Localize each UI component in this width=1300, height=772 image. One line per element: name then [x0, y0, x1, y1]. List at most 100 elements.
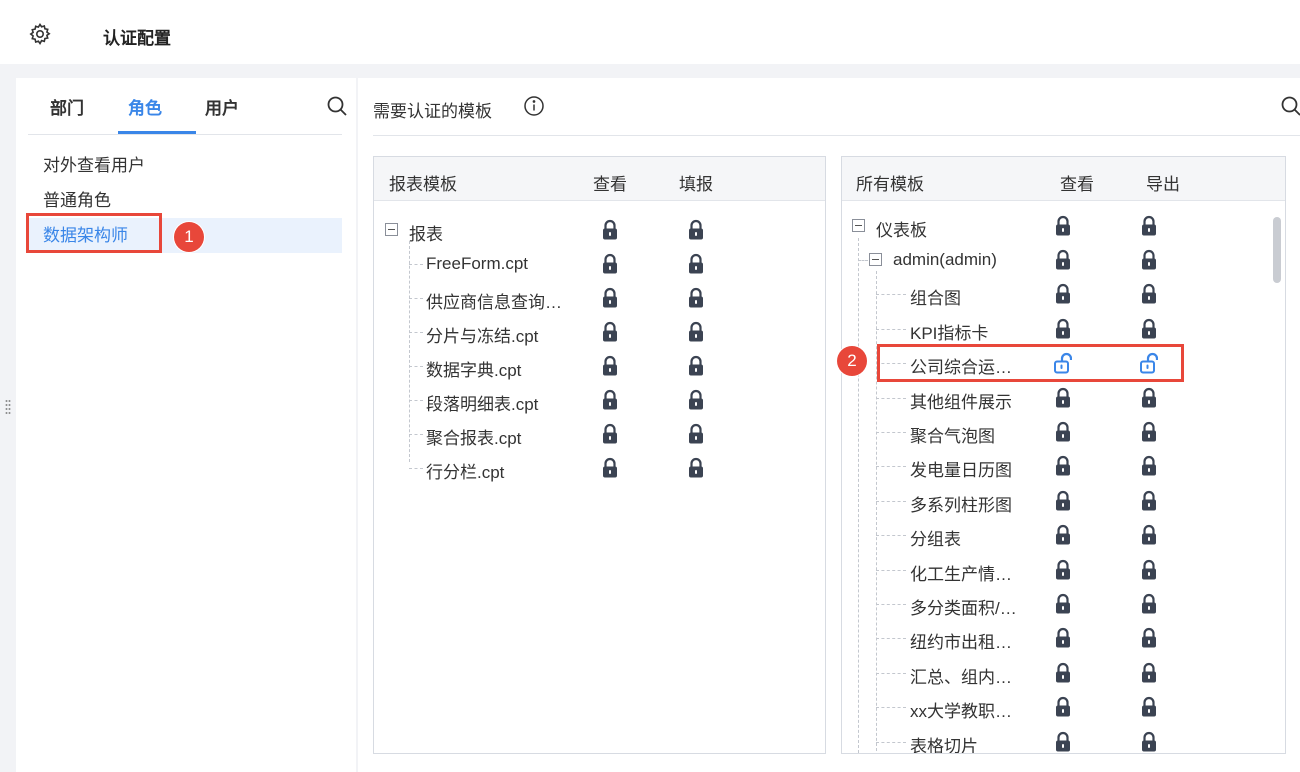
- lock-icon[interactable]: [1140, 215, 1158, 237]
- tree-node-label[interactable]: 报表: [409, 220, 443, 245]
- lock-icon[interactable]: [687, 457, 705, 479]
- lock-icon[interactable]: [1054, 318, 1072, 340]
- tree-leaf-label[interactable]: 化工生产情…: [910, 560, 1012, 585]
- resize-handle-left[interactable]: [5, 399, 11, 415]
- lock-icon[interactable]: [1054, 662, 1072, 684]
- lock-icon[interactable]: [1140, 387, 1158, 409]
- lock-icon[interactable]: [1054, 215, 1072, 237]
- lock-icon[interactable]: [1140, 662, 1158, 684]
- tree-leaf-label[interactable]: 行分栏.cpt: [426, 458, 504, 483]
- lock-icon[interactable]: [1140, 696, 1158, 718]
- tree-guide-line: [858, 260, 868, 261]
- column-header-view: 查看: [593, 175, 627, 194]
- tree-row: 仪表板: [842, 209, 1285, 243]
- tab-role[interactable]: 角色: [128, 94, 162, 119]
- search-icon[interactable]: [1279, 94, 1300, 118]
- vertical-scrollbar[interactable]: [1273, 217, 1281, 283]
- tree-leaf-label[interactable]: FreeForm.cpt: [426, 254, 528, 274]
- lock-icon[interactable]: [1054, 490, 1072, 512]
- lock-icon[interactable]: [1054, 731, 1072, 753]
- lock-icon[interactable]: [1054, 455, 1072, 477]
- lock-icon[interactable]: [601, 457, 619, 479]
- tree-leaf-label[interactable]: 段落明细表.cpt: [426, 390, 538, 415]
- tree-row: 表格切片: [842, 725, 1285, 753]
- lock-icon[interactable]: [687, 253, 705, 275]
- role-item[interactable]: 对外查看用户: [28, 148, 342, 183]
- tree-leaf-label[interactable]: 纽约市出租…: [910, 628, 1012, 653]
- column-header-view: 查看: [1060, 175, 1094, 194]
- lock-icon[interactable]: [601, 321, 619, 343]
- lock-icon[interactable]: [1140, 524, 1158, 546]
- lock-icon[interactable]: [601, 219, 619, 241]
- lock-icon[interactable]: [1140, 455, 1158, 477]
- all-template-tree: 仪表板 admin(admin) 组合图 KPI指标卡 公司综合运… 其他组件展示 聚合气泡…: [842, 201, 1285, 753]
- tab-user[interactable]: 用户: [205, 94, 239, 119]
- info-icon[interactable]: [523, 95, 545, 117]
- lock-icon[interactable]: [1054, 627, 1072, 649]
- tree-guide-line: [876, 432, 906, 433]
- lock-icon[interactable]: [1140, 421, 1158, 443]
- tree-leaf-label[interactable]: KPI指标卡: [910, 319, 988, 344]
- tree-guide-line: [876, 604, 906, 605]
- tree-leaf-label[interactable]: 其他组件展示: [910, 388, 1012, 413]
- search-icon[interactable]: [325, 94, 349, 118]
- lock-icon[interactable]: [601, 355, 619, 377]
- lock-icon[interactable]: [1054, 559, 1072, 581]
- lock-icon[interactable]: [687, 389, 705, 411]
- lock-icon[interactable]: [1054, 387, 1072, 409]
- lock-icon[interactable]: [601, 253, 619, 275]
- lock-icon[interactable]: [601, 389, 619, 411]
- gear-icon[interactable]: [28, 22, 52, 46]
- tree-leaf-label[interactable]: 表格切片: [910, 732, 978, 753]
- tree-leaf-label[interactable]: xx大学教职…: [910, 697, 1012, 722]
- lock-icon[interactable]: [1140, 559, 1158, 581]
- lock-icon[interactable]: [687, 287, 705, 309]
- collapse-toggle[interactable]: [385, 223, 398, 236]
- lock-icon[interactable]: [601, 423, 619, 445]
- lock-icon[interactable]: [687, 219, 705, 241]
- tree-row: 分片与冻结.cpt: [374, 315, 825, 349]
- collapse-toggle[interactable]: [869, 253, 882, 266]
- tree-row: 行分栏.cpt: [374, 451, 825, 485]
- lock-icon[interactable]: [687, 423, 705, 445]
- tree-row: FreeForm.cpt: [374, 247, 825, 281]
- lock-icon[interactable]: [1140, 731, 1158, 753]
- lock-icon[interactable]: [1140, 249, 1158, 271]
- report-template-panel: 报表模板 查看 填报 报表 FreeForm.cpt 供应商信息查询… 分片与冻结.…: [373, 156, 826, 754]
- lock-icon[interactable]: [687, 355, 705, 377]
- tree-leaf-label[interactable]: 数据字典.cpt: [426, 356, 521, 381]
- tree-row: 多分类面积/…: [842, 587, 1285, 621]
- lock-icon[interactable]: [1054, 593, 1072, 615]
- lock-icon[interactable]: [601, 287, 619, 309]
- lock-icon[interactable]: [1140, 627, 1158, 649]
- tree-guide-line: [409, 264, 423, 265]
- tab-department[interactable]: 部门: [50, 94, 84, 119]
- lock-icon[interactable]: [1054, 283, 1072, 305]
- tree-node-label[interactable]: admin(admin): [893, 250, 997, 270]
- tree-leaf-label[interactable]: 多系列柱形图: [910, 491, 1012, 516]
- tree-leaf-label[interactable]: 组合图: [910, 284, 961, 309]
- tree-leaf-label[interactable]: 供应商信息查询…: [426, 288, 562, 313]
- lock-icon[interactable]: [1054, 524, 1072, 546]
- tree-leaf-label[interactable]: 汇总、组内…: [910, 663, 1012, 688]
- tree-leaf-label[interactable]: 分组表: [910, 525, 961, 550]
- lock-icon[interactable]: [1140, 490, 1158, 512]
- lock-icon[interactable]: [1054, 421, 1072, 443]
- tree-leaf-label[interactable]: 分片与冻结.cpt: [426, 322, 538, 347]
- lock-icon[interactable]: [1054, 696, 1072, 718]
- tree-leaf-label[interactable]: 聚合气泡图: [910, 422, 995, 447]
- column-header-fill: 填报: [679, 175, 713, 194]
- collapse-toggle[interactable]: [852, 219, 865, 232]
- lock-icon[interactable]: [1140, 593, 1158, 615]
- tree-node-label[interactable]: 仪表板: [876, 216, 927, 241]
- tree-leaf-label[interactable]: 多分类面积/…: [910, 594, 1017, 619]
- tree-guide-line: [876, 638, 906, 640]
- tree-guide-line: [409, 434, 423, 435]
- lock-icon[interactable]: [1054, 249, 1072, 271]
- tree-leaf-label[interactable]: 聚合报表.cpt: [426, 424, 521, 449]
- lock-icon[interactable]: [1140, 283, 1158, 305]
- lock-icon[interactable]: [687, 321, 705, 343]
- panel-header: 所有模板 查看 导出: [842, 157, 1285, 201]
- tree-leaf-label[interactable]: 发电量日历图: [910, 456, 1012, 481]
- lock-icon[interactable]: [1140, 318, 1158, 340]
